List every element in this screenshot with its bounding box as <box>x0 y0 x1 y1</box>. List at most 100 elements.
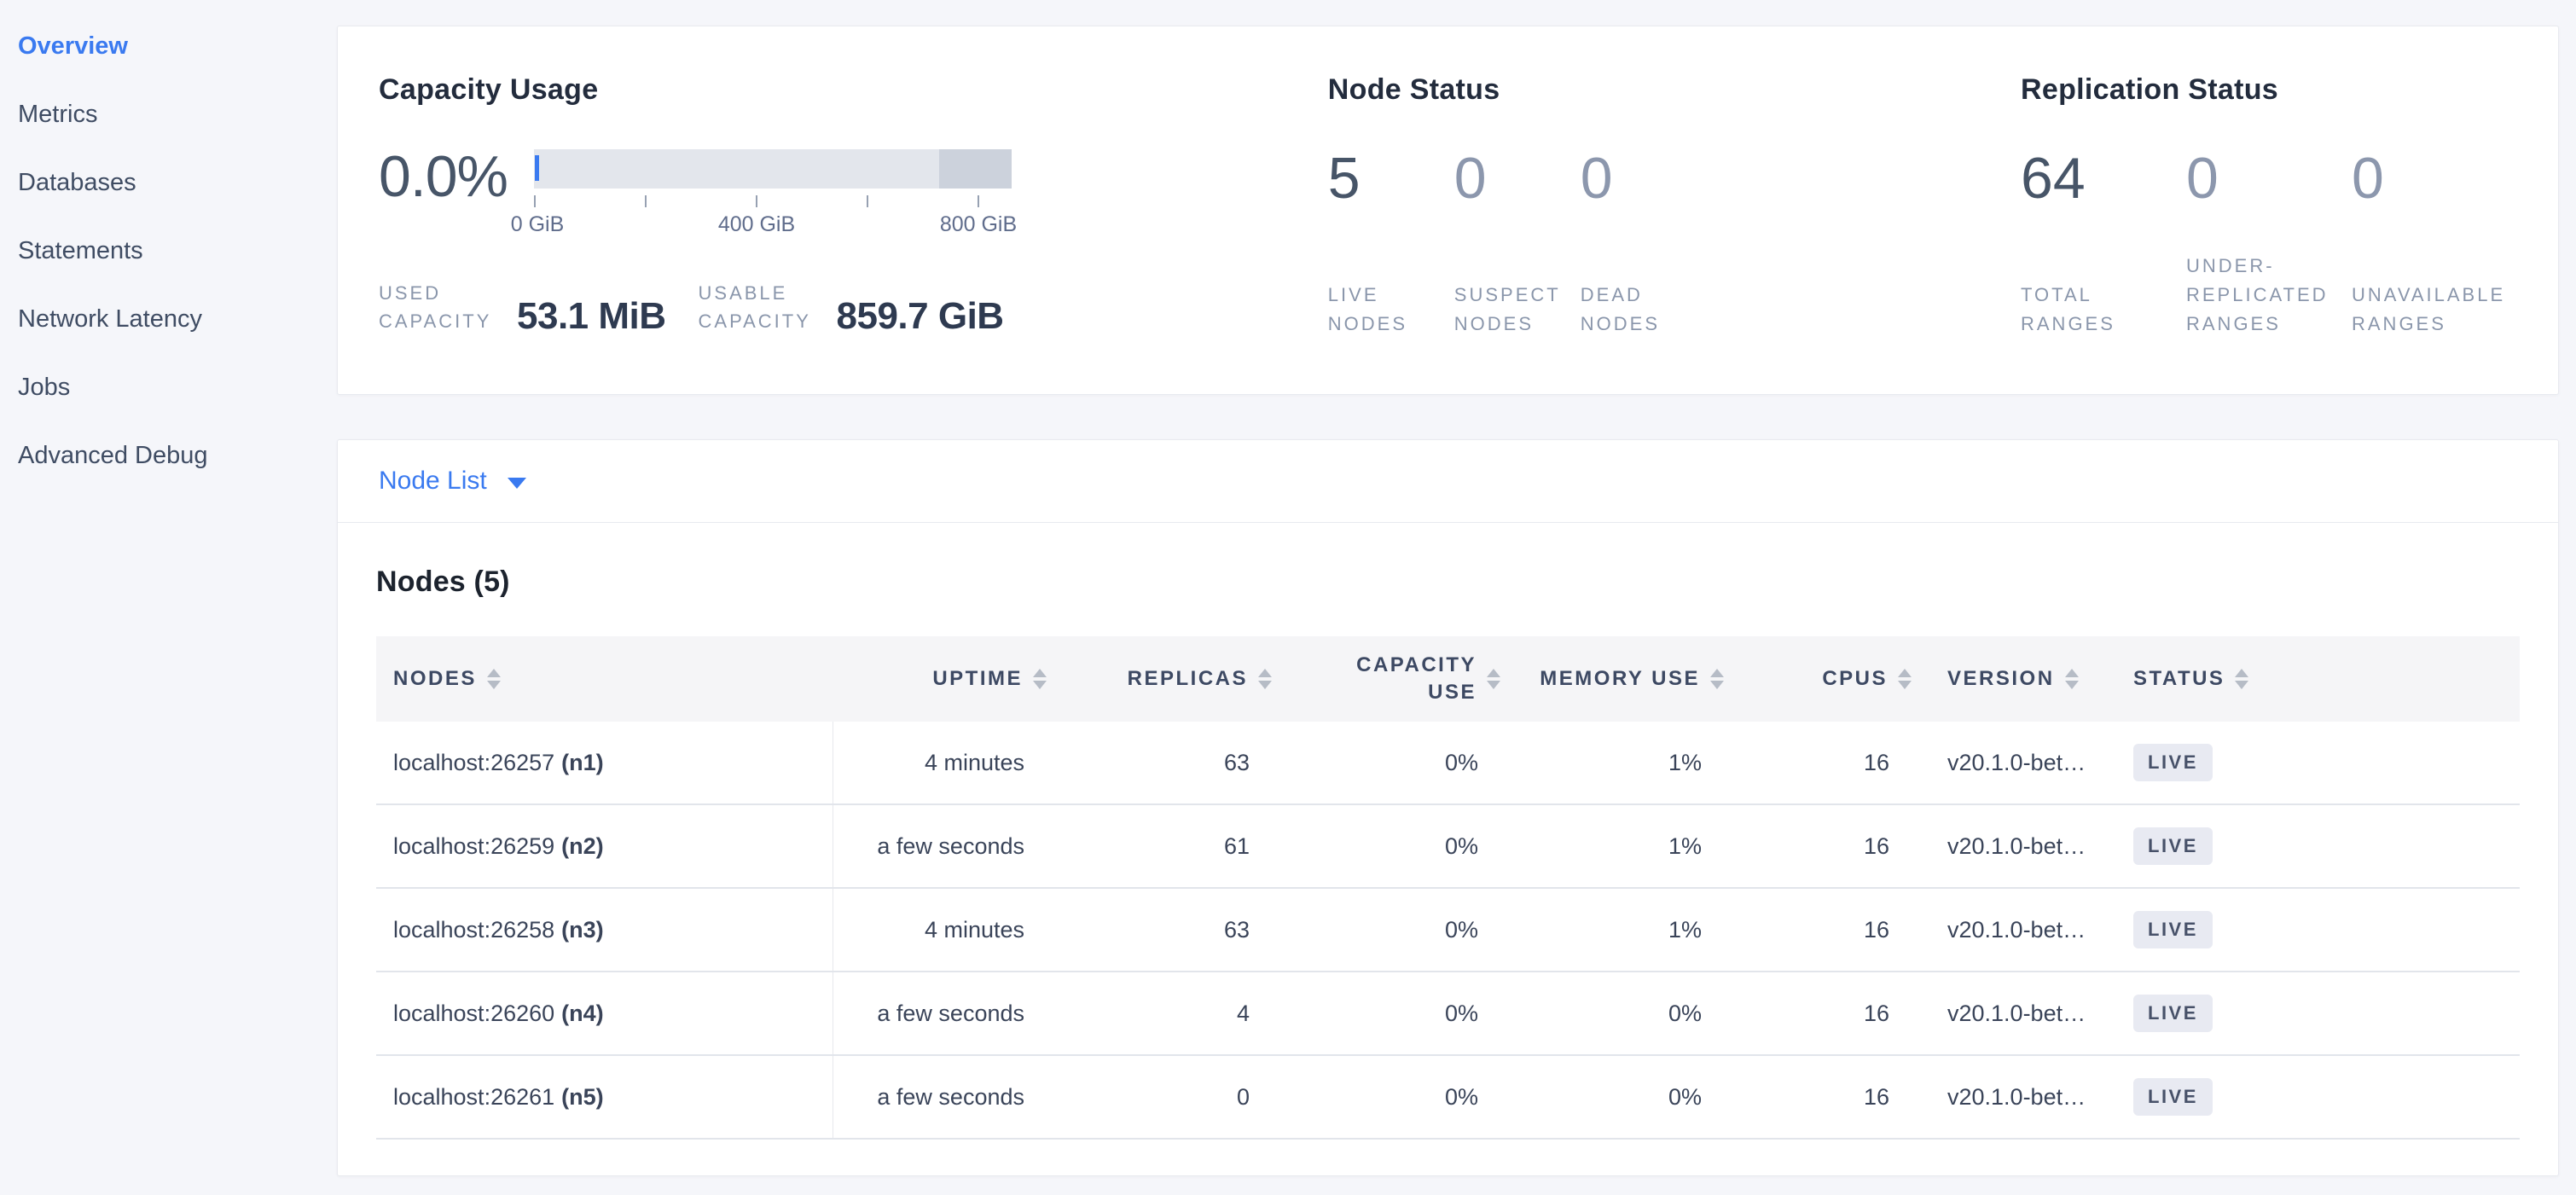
cpus-cell: 16 <box>1724 805 1912 887</box>
unavailable-ranges-stat: 0 UNAVAILABLE RANGES <box>2352 149 2517 339</box>
under-replicated-ranges-stat: 0 UNDER-REPLICATED RANGES <box>2186 149 2352 339</box>
axis-label-800gib: 800 GiB <box>940 212 1017 237</box>
uptime-cell: a few seconds <box>833 1056 1047 1138</box>
capacity-use-cell: 0% <box>1272 1056 1500 1138</box>
node-address: localhost:26258 <box>393 917 554 943</box>
status-cell: LIVE <box>2116 1056 2520 1138</box>
capacity-used-marker <box>535 155 539 181</box>
uptime-cell: a few seconds <box>833 805 1047 887</box>
node-id: (n3) <box>561 917 604 943</box>
node-address-cell[interactable]: localhost:26257 (n1) <box>376 722 833 803</box>
node-status-panel: Node Status 5 LIVE NODES 0 SUSPECT NODES… <box>1328 73 2021 360</box>
sidebar-item-jobs[interactable]: Jobs <box>18 353 324 421</box>
sort-icon <box>2065 669 2079 689</box>
replicas-cell: 63 <box>1047 889 1272 971</box>
version-cell: v20.1.0-bet… <box>1912 1056 2116 1138</box>
node-address-cell[interactable]: localhost:26261 (n5) <box>376 1056 833 1138</box>
live-nodes-label: LIVE NODES <box>1328 281 1454 339</box>
replicas-cell: 63 <box>1047 722 1272 803</box>
memory-use-cell: 1% <box>1500 889 1724 971</box>
cpus-cell: 16 <box>1724 889 1912 971</box>
cpus-cell: 16 <box>1724 1056 1912 1138</box>
sort-desc-icon <box>1033 681 1047 689</box>
table-header-row: NODES UPTIME REPLICAS CAPACITY USE <box>376 636 2520 722</box>
node-address-cell[interactable]: localhost:26258 (n3) <box>376 889 833 971</box>
sort-icon <box>1710 669 1724 689</box>
sidebar-item-network-latency[interactable]: Network Latency <box>18 285 324 353</box>
sidebar-item-statements[interactable]: Statements <box>18 217 324 285</box>
axis-label-400gib: 400 GiB <box>718 212 795 237</box>
table-row-n4: localhost:26260 (n4) a few seconds 4 0% … <box>376 972 2520 1056</box>
table-row-n3: localhost:26258 (n3) 4 minutes 63 0% 1% … <box>376 889 2520 972</box>
table-row-n1: localhost:26257 (n1) 4 minutes 63 0% 1% … <box>376 722 2520 805</box>
sort-icon <box>1258 669 1272 689</box>
capacity-bar-dark-segment <box>939 149 1012 189</box>
page: Overview Metrics Databases Statements Ne… <box>0 0 2576 1189</box>
column-header-version[interactable]: VERSION <box>1912 636 2116 722</box>
sort-asc-icon <box>2235 669 2248 677</box>
node-id: (n2) <box>561 833 604 860</box>
suspect-nodes-label: SUSPECT NODES <box>1454 281 1581 339</box>
live-nodes-value: 5 <box>1328 149 1454 207</box>
memory-use-cell: 0% <box>1500 972 1724 1054</box>
total-ranges-value: 64 <box>2021 149 2183 207</box>
axis-tick <box>978 195 979 207</box>
cpus-cell: 16 <box>1724 972 1912 1054</box>
replication-status-title: Replication Status <box>2021 73 2517 107</box>
replicas-cell: 0 <box>1047 1056 1272 1138</box>
node-address: localhost:26259 <box>393 833 554 860</box>
status-badge: LIVE <box>2133 995 2213 1032</box>
memory-use-cell: 1% <box>1500 722 1724 803</box>
node-id: (n4) <box>561 1001 604 1027</box>
sidebar-item-databases[interactable]: Databases <box>18 148 324 217</box>
capacity-bar <box>534 149 1012 189</box>
column-header-capacity-use[interactable]: CAPACITY USE <box>1272 636 1500 722</box>
dead-nodes-label: DEAD NODES <box>1581 281 1707 339</box>
node-list-dropdown[interactable]: Node List <box>379 467 526 496</box>
column-header-uptime[interactable]: UPTIME <box>833 636 1047 722</box>
sort-desc-icon <box>1710 681 1724 689</box>
live-nodes-stat: 5 LIVE NODES <box>1328 149 1454 339</box>
version-cell: v20.1.0-bet… <box>1912 889 2116 971</box>
capacity-usage-panel: Capacity Usage 0.0% <box>379 73 1328 360</box>
sort-asc-icon <box>487 669 501 677</box>
status-badge: LIVE <box>2133 1078 2213 1116</box>
sidebar-item-metrics[interactable]: Metrics <box>18 80 324 148</box>
axis-tick <box>756 195 757 207</box>
column-header-memory-use[interactable]: MEMORY USE <box>1500 636 1724 722</box>
sort-asc-icon <box>1710 669 1724 677</box>
sort-icon <box>1487 669 1500 689</box>
sort-asc-icon <box>1258 669 1272 677</box>
status-cell: LIVE <box>2116 889 2520 971</box>
version-cell: v20.1.0-bet… <box>1912 805 2116 887</box>
nodes-table: NODES UPTIME REPLICAS CAPACITY USE <box>376 636 2520 1140</box>
node-list-dropdown-label: Node List <box>379 467 487 496</box>
column-header-cpus[interactable]: CPUS <box>1724 636 1912 722</box>
cluster-summary-card: Capacity Usage 0.0% <box>337 26 2559 395</box>
node-status-title: Node Status <box>1328 73 2021 107</box>
column-header-replicas[interactable]: REPLICAS <box>1047 636 1272 722</box>
node-list-card: Node List Nodes (5) NODES UPTIME <box>337 439 2559 1176</box>
column-header-nodes[interactable]: NODES <box>376 636 833 722</box>
sort-asc-icon <box>1898 669 1912 677</box>
suspect-nodes-value: 0 <box>1454 149 1581 207</box>
capacity-use-cell: 0% <box>1272 972 1500 1054</box>
capacity-use-cell: 0% <box>1272 722 1500 803</box>
node-address-cell[interactable]: localhost:26259 (n2) <box>376 805 833 887</box>
capacity-use-cell: 0% <box>1272 805 1500 887</box>
sort-icon <box>2235 669 2248 689</box>
usable-capacity-label: USABLE CAPACITY <box>699 279 827 335</box>
sort-icon <box>1033 669 1047 689</box>
status-badge: LIVE <box>2133 744 2213 781</box>
sort-asc-icon <box>2065 669 2079 677</box>
replication-status-panel: Replication Status 64 TOTAL RANGES 0 UND… <box>2021 73 2517 360</box>
memory-use-cell: 0% <box>1500 1056 1724 1138</box>
sort-desc-icon <box>1258 681 1272 689</box>
version-cell: v20.1.0-bet… <box>1912 722 2116 803</box>
node-address-cell[interactable]: localhost:26260 (n4) <box>376 972 833 1054</box>
sidebar-item-advanced-debug[interactable]: Advanced Debug <box>18 421 324 490</box>
under-replicated-ranges-label: UNDER-REPLICATED RANGES <box>2186 252 2348 339</box>
capacity-bar-chart: 0 GiB 400 GiB 800 GiB <box>534 149 1012 240</box>
column-header-status[interactable]: STATUS <box>2116 636 2520 722</box>
sidebar-item-overview[interactable]: Overview <box>18 12 324 80</box>
